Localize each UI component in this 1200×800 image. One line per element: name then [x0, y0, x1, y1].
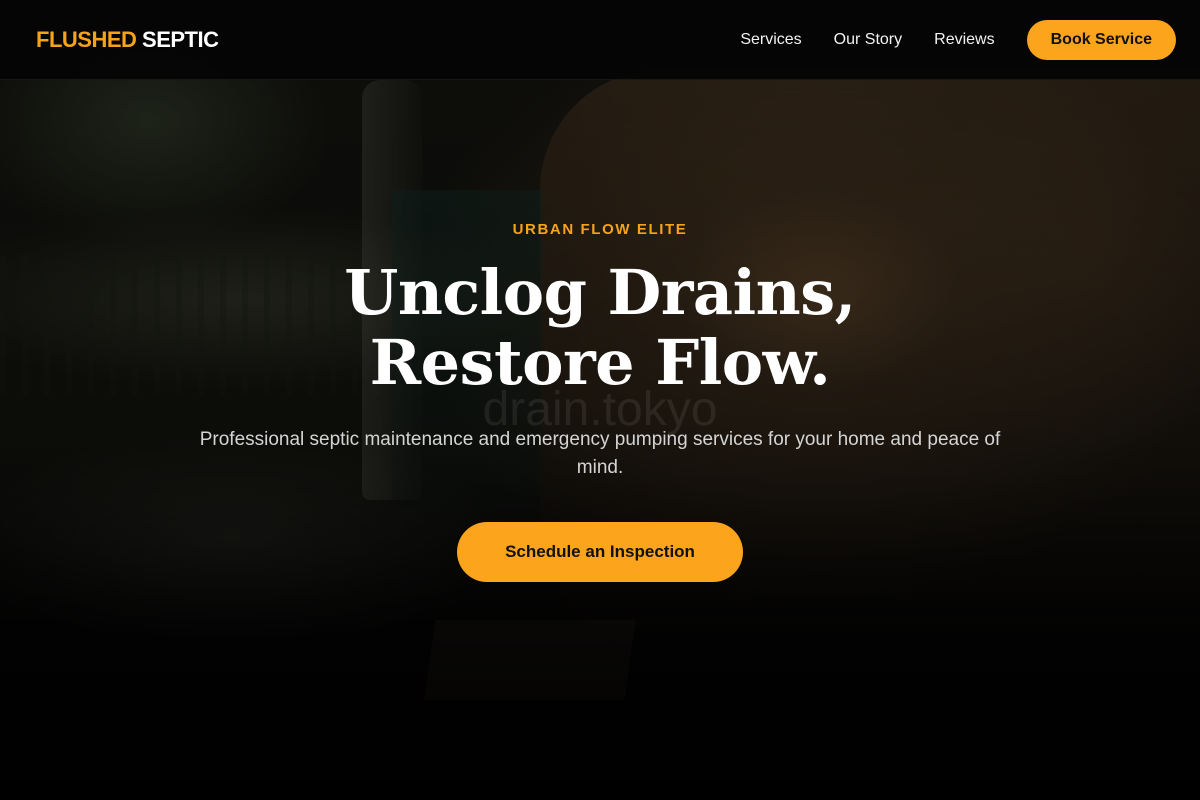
- hero-headline-line-1: Unclog Drains,: [344, 256, 856, 329]
- logo-accent-text: FLUSHED: [36, 27, 137, 52]
- hero-section: URBAN FLOW ELITE drain.tokyo Unclog Drai…: [0, 80, 1200, 800]
- logo-rest-text: SEPTIC: [142, 27, 219, 52]
- nav-link-services[interactable]: Services: [740, 20, 801, 60]
- hero-eyebrow: URBAN FLOW ELITE: [512, 221, 688, 238]
- page: FLUSHED SEPTIC Services Our Story Review…: [0, 0, 1200, 800]
- site-logo[interactable]: FLUSHED SEPTIC: [36, 26, 219, 54]
- site-header: FLUSHED SEPTIC Services Our Story Review…: [0, 0, 1200, 80]
- nav-link-our-story[interactable]: Our Story: [834, 20, 902, 60]
- nav-link-reviews[interactable]: Reviews: [934, 20, 994, 60]
- schedule-inspection-button[interactable]: Schedule an Inspection: [457, 522, 743, 582]
- hero-subtext: Professional septic maintenance and emer…: [199, 429, 1001, 478]
- book-service-button[interactable]: Book Service: [1026, 20, 1176, 60]
- hero-headline-line-2: Restore Flow.: [369, 326, 831, 399]
- hero-headline: Unclog Drains, Restore Flow.: [0, 258, 1200, 398]
- main-nav: Services Our Story Reviews Book Service: [740, 20, 1176, 60]
